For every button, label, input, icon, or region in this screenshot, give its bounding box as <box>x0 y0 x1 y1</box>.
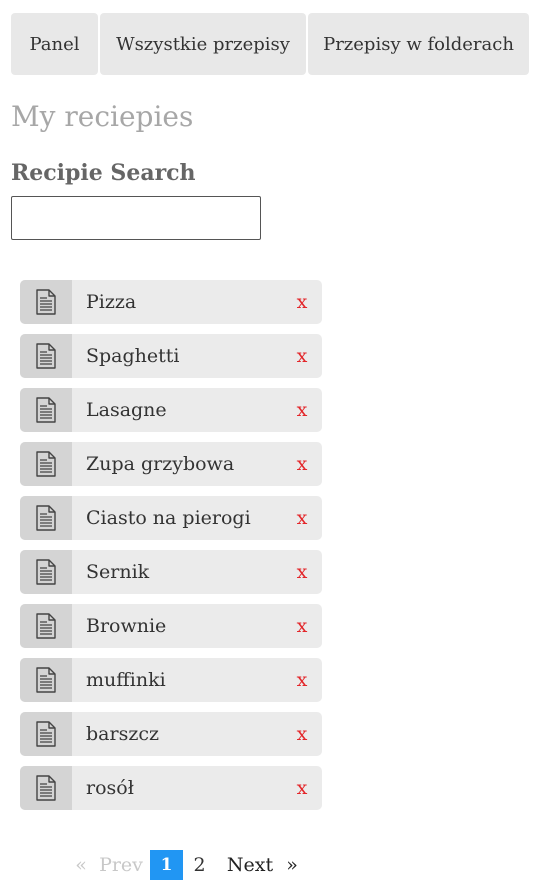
recipe-name-link[interactable]: barszcz <box>72 712 284 756</box>
list-item: Lasagne x <box>20 388 322 432</box>
document-icon <box>20 388 72 432</box>
document-icon <box>20 280 72 324</box>
search-input[interactable] <box>11 196 261 240</box>
document-icon <box>20 604 72 648</box>
recipe-name-link[interactable]: rosół <box>72 766 284 810</box>
delete-button[interactable]: x <box>284 712 322 756</box>
delete-button[interactable]: x <box>284 280 322 324</box>
page-title: My reciepies <box>11 100 194 133</box>
delete-button[interactable]: x <box>284 766 322 810</box>
document-icon <box>20 550 72 594</box>
list-item: Sernik x <box>20 550 322 594</box>
tab-recipes-in-folders[interactable]: Przepisy w folderach <box>308 13 529 75</box>
recipe-name-link[interactable]: Lasagne <box>72 388 284 432</box>
recipe-name-link[interactable]: Pizza <box>72 280 284 324</box>
page-2-button[interactable]: 2 <box>183 850 216 880</box>
page-1-button[interactable]: 1 <box>150 850 183 880</box>
next-arrow-icon[interactable]: » <box>281 850 303 880</box>
list-item: barszcz x <box>20 712 322 756</box>
delete-button[interactable]: x <box>284 550 322 594</box>
next-page-link[interactable]: Next <box>219 850 281 880</box>
search-title: Recipie Search <box>11 160 196 186</box>
document-icon <box>20 712 72 756</box>
pagination: « Prev 1 2 Next » <box>70 850 303 880</box>
recipe-name-link[interactable]: Zupa grzybowa <box>72 442 284 486</box>
prev-page-link: Prev <box>99 854 143 876</box>
list-item: Brownie x <box>20 604 322 648</box>
prev-arrow-icon: « <box>75 854 87 876</box>
document-icon <box>20 766 72 810</box>
delete-button[interactable]: x <box>284 442 322 486</box>
recipe-name-link[interactable]: Brownie <box>72 604 284 648</box>
tab-panel[interactable]: Panel <box>11 13 98 75</box>
list-item: Spaghetti x <box>20 334 322 378</box>
recipe-name-link[interactable]: Ciasto na pierogi <box>72 496 284 540</box>
delete-button[interactable]: x <box>284 388 322 432</box>
recipe-name-link[interactable]: Sernik <box>72 550 284 594</box>
list-item: Zupa grzybowa x <box>20 442 322 486</box>
document-icon <box>20 442 72 486</box>
delete-button[interactable]: x <box>284 604 322 648</box>
recipe-list: Pizza x Spaghetti x Lasagne x Zupa grzybowa x Ci… <box>20 280 322 820</box>
recipe-name-link[interactable]: muffinki <box>72 658 284 702</box>
delete-button[interactable]: x <box>284 658 322 702</box>
tab-all-recipes[interactable]: Wszystkie przepisy <box>100 13 306 75</box>
list-item: Ciasto na pierogi x <box>20 496 322 540</box>
document-icon <box>20 658 72 702</box>
main-nav: Panel Wszystkie przepisy Przepisy w fold… <box>11 13 529 75</box>
list-item: Pizza x <box>20 280 322 324</box>
list-item: rosół x <box>20 766 322 810</box>
recipe-name-link[interactable]: Spaghetti <box>72 334 284 378</box>
delete-button[interactable]: x <box>284 334 322 378</box>
document-icon <box>20 334 72 378</box>
list-item: muffinki x <box>20 658 322 702</box>
delete-button[interactable]: x <box>284 496 322 540</box>
document-icon <box>20 496 72 540</box>
